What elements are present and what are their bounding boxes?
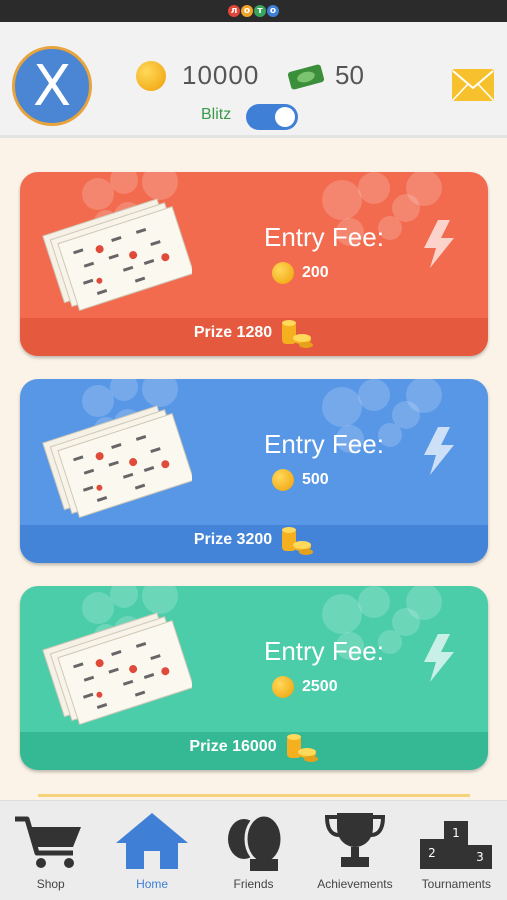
top-header: X 10000 50 Blitz [0, 22, 507, 138]
nav-label-shop: Shop [36, 877, 65, 891]
svg-text:3: 3 [477, 850, 485, 864]
podium-icon: 1 2 3 [420, 821, 493, 869]
game-card-3[interactable]: Entry Fee: 2500 Prize 16000 [20, 586, 488, 770]
lightning-icon [424, 427, 454, 475]
friends-icon [227, 813, 284, 871]
prize: Prize 1280 [20, 318, 488, 348]
svg-text:1: 1 [453, 826, 461, 840]
nav-label-home: Home [136, 877, 169, 891]
nav-label-achievements: Achievements [317, 877, 393, 891]
coin-balance: 10000 [136, 60, 259, 91]
lightning-icon [424, 220, 454, 268]
entry-fee: 2500 [272, 676, 338, 698]
coin-stack-icon [286, 734, 318, 762]
bottom-nav: Shop Home Friends Achievements 1 2 3 Tou… [0, 800, 507, 900]
blitz-label: Blitz [201, 106, 232, 123]
nav-item-achievements[interactable]: Achievements [304, 801, 405, 900]
entry-fee-amount: 2500 [302, 678, 338, 695]
cash-amount: 50 [335, 60, 364, 90]
nav-item-tournaments[interactable]: 1 2 3 Tournaments [406, 801, 507, 900]
trophy-icon [324, 813, 385, 867]
mail-icon[interactable] [452, 69, 494, 101]
bingo-tickets-icon [42, 612, 192, 725]
entry-fee-amount: 200 [302, 264, 329, 281]
bingo-tickets-icon [42, 405, 192, 518]
app-logo: л о т о [228, 5, 279, 17]
coin-icon [272, 262, 294, 284]
coin-icon [136, 60, 166, 91]
cash-icon [287, 62, 327, 90]
home-icon [116, 813, 189, 869]
game-card-2[interactable]: Entry Fee: 500 Prize 3200 [20, 379, 488, 563]
game-card-1[interactable]: Entry Fee: 200 Prize 1280 [20, 172, 488, 356]
prize-amount: Prize 16000 [189, 738, 277, 755]
logo-letter: о [267, 5, 279, 17]
logo-letter: л [228, 5, 240, 17]
entry-fee: 500 [272, 469, 329, 491]
entry-fee-amount: 500 [302, 471, 329, 488]
prize-amount: Prize 1280 [193, 324, 273, 341]
prize: Prize 16000 [20, 732, 488, 762]
entry-fee-label: Entry Fee: [264, 222, 384, 252]
coin-amount: 10000 [182, 60, 260, 90]
entry-fee-label: Entry Fee: [264, 636, 384, 666]
prize-amount: Prize 3200 [193, 531, 273, 548]
cash-balance: 50 [287, 60, 364, 91]
nav-item-shop[interactable]: Shop [0, 801, 101, 900]
prize: Prize 3200 [20, 525, 488, 555]
svg-text:2: 2 [429, 846, 437, 860]
entry-fee-label: Entry Fee: [264, 429, 384, 459]
coin-icon [272, 676, 294, 698]
status-bar: л о т о [0, 0, 507, 22]
nav-label-tournaments: Tournaments [421, 877, 492, 891]
nav-item-friends[interactable]: Friends [203, 801, 304, 900]
toggle-knob [275, 107, 295, 127]
blitz-toggle[interactable] [246, 104, 298, 130]
logo-letter: т [254, 5, 266, 17]
coin-icon [272, 469, 294, 491]
coin-stack-icon [282, 527, 314, 555]
nav-item-home[interactable]: Home [101, 801, 202, 900]
entry-fee: 200 [272, 262, 329, 284]
lightning-icon [424, 634, 454, 682]
coin-stack-icon [282, 320, 314, 348]
cart-icon [14, 816, 81, 868]
nav-label-friends: Friends [233, 877, 274, 891]
logo-letter: о [241, 5, 253, 17]
avatar-letter: X [32, 53, 72, 119]
avatar[interactable]: X [12, 46, 92, 126]
bingo-tickets-icon [42, 198, 192, 311]
